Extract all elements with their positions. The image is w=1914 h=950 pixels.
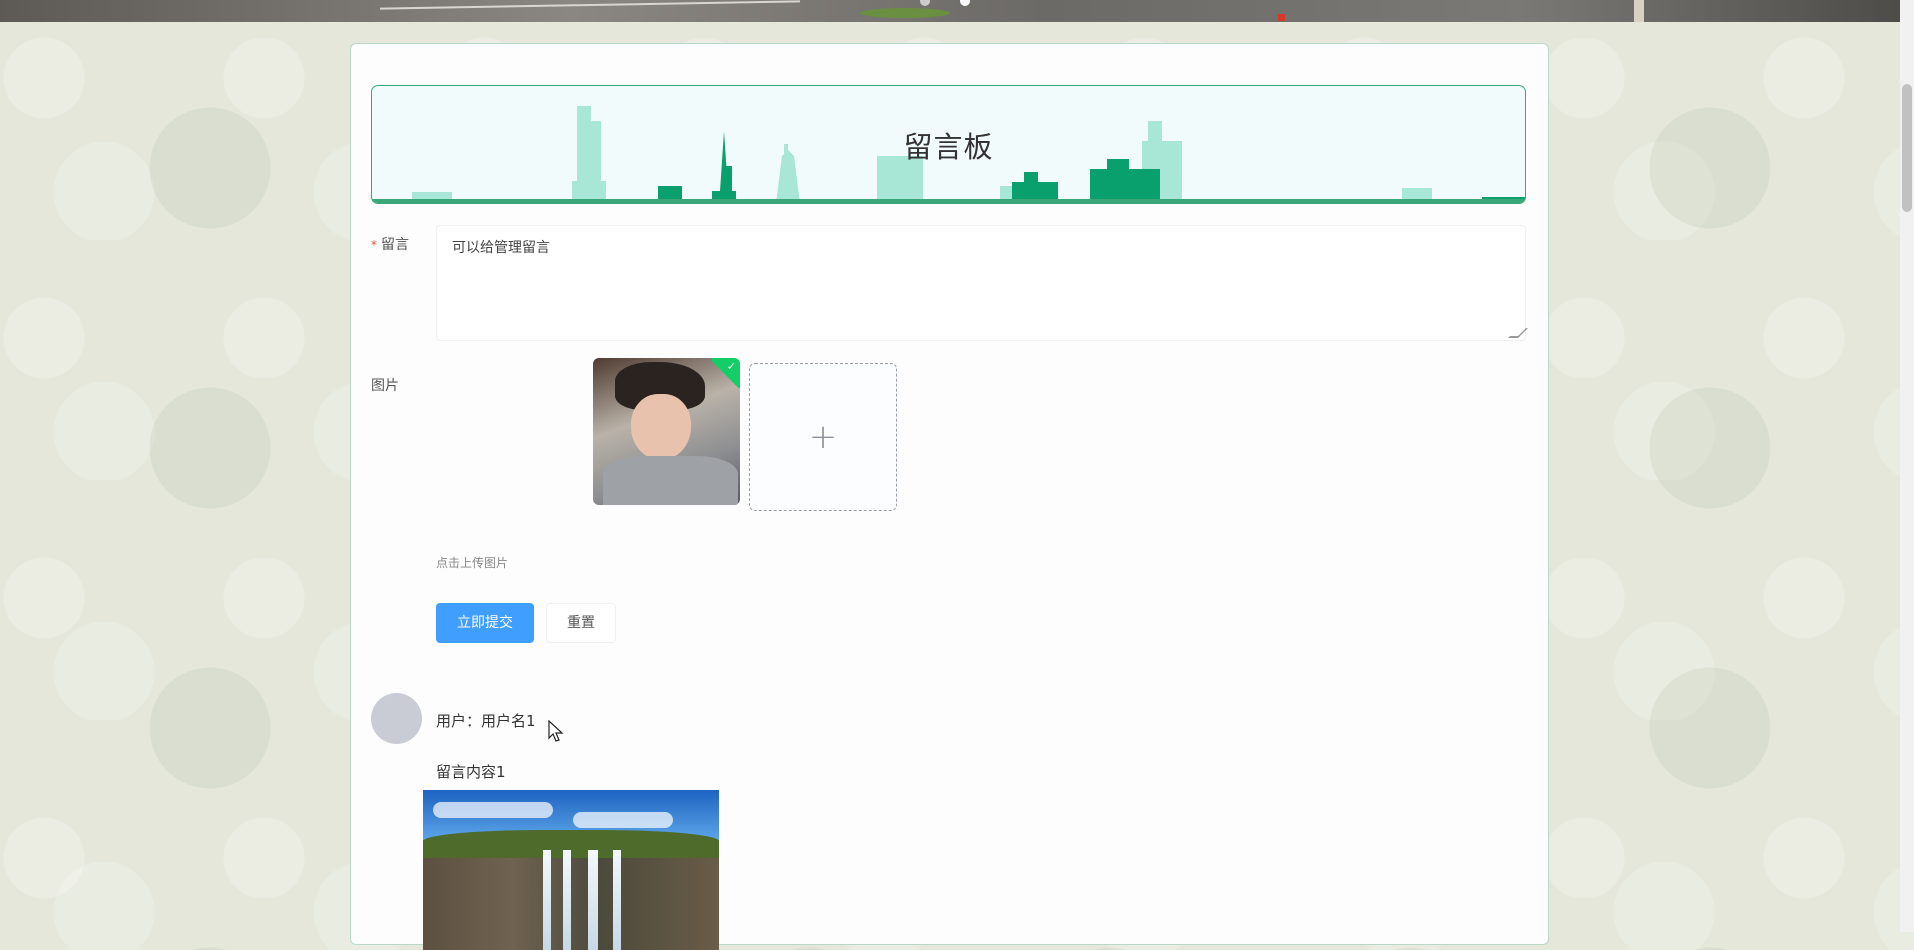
board-header: 留言板 xyxy=(371,85,1526,204)
message-board-card: 留言板 * 留言 可以给管理留言 图片 ✓ + 点击上传图片 立即提交 重置 用户… xyxy=(350,43,1549,950)
mouse-cursor-icon xyxy=(548,720,564,742)
upload-hint: 点击上传图片 xyxy=(436,556,509,570)
uploaded-image-thumbnail[interactable]: ✓ xyxy=(593,358,740,505)
message-image[interactable] xyxy=(423,790,719,950)
plus-icon: + xyxy=(808,417,838,457)
message-label-text: 留言 xyxy=(381,237,409,253)
check-icon: ✓ xyxy=(726,360,736,373)
message-username: 用户：用户名1 xyxy=(436,712,536,730)
required-mark: * xyxy=(371,238,377,252)
scrollbar-thumb[interactable] xyxy=(1902,84,1912,212)
image-label: 图片 xyxy=(371,378,399,394)
reset-button[interactable]: 重置 xyxy=(546,603,616,643)
message-textarea[interactable]: 可以给管理留言 xyxy=(436,225,1528,341)
submit-button[interactable]: 立即提交 xyxy=(436,603,534,643)
upload-button[interactable]: + xyxy=(749,363,897,511)
top-banner-image xyxy=(0,0,1900,22)
avatar xyxy=(371,693,422,744)
message-textarea-value: 可以给管理留言 xyxy=(452,240,550,256)
message-content: 留言内容1 xyxy=(436,763,506,781)
resize-handle[interactable] xyxy=(1508,328,1528,338)
page-title: 留言板 xyxy=(903,130,994,164)
scrollbar[interactable] xyxy=(1900,0,1914,932)
message-label: * 留言 xyxy=(371,234,409,254)
